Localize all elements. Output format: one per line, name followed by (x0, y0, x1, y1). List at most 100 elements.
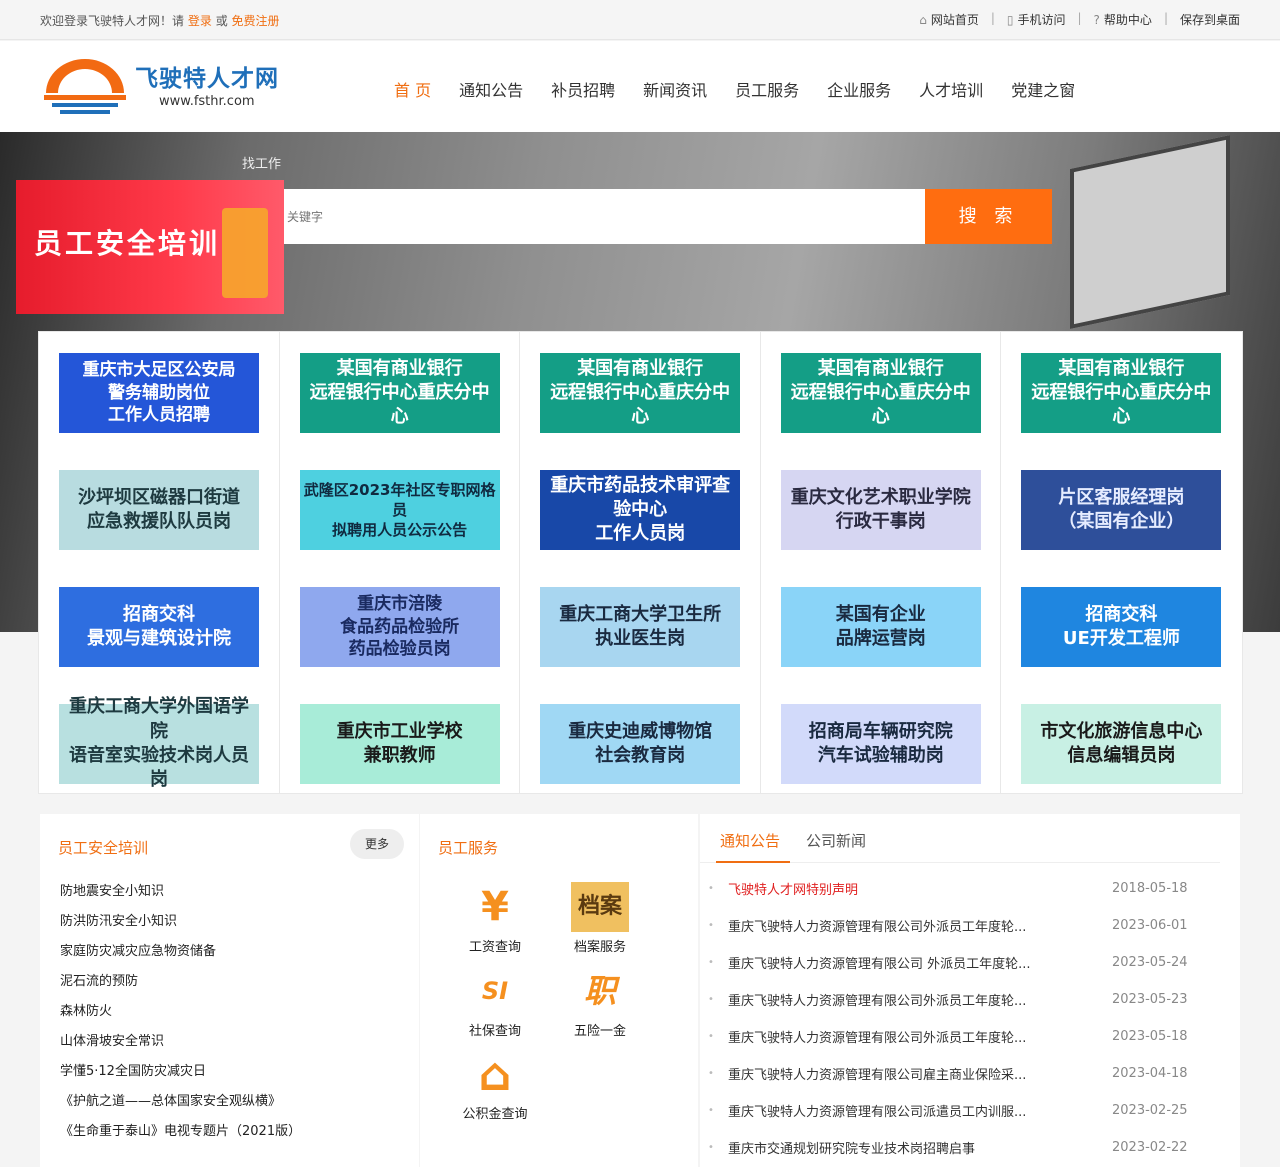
notice-item[interactable]: • 重庆飞驶特人力资源管理有限公司外派员工年度轮... 2023-06-01 (708, 907, 1198, 944)
job-card[interactable]: 重庆市涪陵 食品药品检验所 药品检验员岗 (299, 587, 500, 667)
training-item[interactable]: 防地震安全小知识 (60, 880, 301, 910)
tab-company-news[interactable]: 公司新闻 (806, 830, 866, 851)
training-item[interactable]: 森林防火 (60, 1000, 301, 1030)
search-input[interactable] (282, 189, 925, 244)
nav-party-building[interactable]: 党建之窗 (1011, 77, 1075, 101)
job-card[interactable]: 某国有商业银行 远程银行中心重庆分中心 (540, 353, 741, 433)
job-card[interactable]: 招商交科 景观与建筑设计院 (59, 587, 259, 667)
job-card-line: 某国有商业银行 (336, 357, 463, 379)
site-home-link[interactable]: ⌂ 网站首页 (919, 11, 979, 28)
save-desktop-link[interactable]: 保存到桌面 (1180, 11, 1240, 28)
training-item[interactable]: 家庭防灾减灾应急物资储备 (60, 940, 301, 970)
nav-enterprise-service[interactable]: 企业服务 (827, 77, 891, 101)
job-card[interactable]: 武隆区2023年社区专职网格员 拟聘用人员公示公告 (299, 470, 500, 550)
job-card[interactable]: 某国有商业银行 远程银行中心重庆分中心 (1021, 353, 1222, 433)
safety-training-promo[interactable]: 员工安全培训 (16, 180, 284, 314)
job-card-line: 远程银行中心重庆分中心 (309, 381, 490, 428)
notice-item[interactable]: • 重庆飞驶特人力资源管理有限公司派遣员工内训服... 2023-02-25 (708, 1092, 1198, 1129)
job-card-line: （某国有企业） (1058, 511, 1185, 532)
site-home-label: 网站首页 (930, 13, 979, 27)
notice-item[interactable]: • 重庆飞驶特人力资源管理有限公司外派员工年度轮... 2023-05-23 (708, 981, 1198, 1018)
job-card[interactable]: 沙坪坝区磁器口街道 应急救援队队员岗 (59, 470, 259, 550)
job-card[interactable]: 重庆市大足区公安局 警务辅助岗位 工作人员招聘 (59, 353, 259, 433)
tab-notices[interactable]: 通知公告 (720, 830, 780, 851)
login-link[interactable]: 登录 (188, 14, 212, 28)
home-icon: ⌂ (919, 12, 927, 27)
job-card[interactable]: 市文化旅游信息中心 信息编辑员岗 (1021, 704, 1222, 784)
save-desktop-label: 保存到桌面 (1179, 13, 1240, 27)
nav-training[interactable]: 人才培训 (919, 77, 983, 101)
notice-date: 2023-05-23 (1112, 992, 1188, 1007)
notice-item[interactable]: • 重庆飞驶特人力资源管理有限公司 外派员工年度轮... 2023-05-24 (708, 944, 1198, 981)
promo-illustration (222, 208, 268, 298)
card-column: 某国有商业银行 远程银行中心重庆分中心 片区客服经理岗 （某国有企业） 招商交科 UE开发… (1001, 332, 1242, 793)
card-column: 某国有商业银行 远程银行中心重庆分中心 重庆文化艺术职业学院 行政干事岗 某国有企业 品牌… (761, 332, 1002, 793)
job-card-line: 行政干事岗 (835, 511, 926, 532)
training-item[interactable]: 《护航之道——总体国家安全观纵横》 (60, 1090, 301, 1120)
yen-icon: ¥ (481, 884, 509, 930)
nav-recruitment[interactable]: 补员招聘 (551, 77, 615, 101)
salary-query-button[interactable]: ¥ 工资查询 (445, 882, 545, 955)
tab-divider (700, 861, 1220, 863)
job-card-line: 武隆区2023年社区专职网格员 (303, 480, 496, 519)
nav-news[interactable]: 新闻资讯 (643, 77, 707, 101)
insurance-icon: 职 (583, 972, 616, 1010)
welcome-text: 欢迎登录飞驶特人才网！请 登录 或 免费注册 (40, 12, 280, 29)
notice-item[interactable]: • 重庆市交通规划研究院专业技术岗招聘启事 2023-02-22 (708, 1129, 1198, 1166)
job-card-line: 市文化旅游信息中心 (1040, 720, 1203, 742)
job-card-line: 重庆工商大学卫生所 (559, 603, 722, 625)
job-card-line: 远程银行中心重庆分中心 (790, 381, 971, 428)
job-card[interactable]: 某国有商业银行 远程银行中心重庆分中心 (780, 353, 981, 433)
job-card-line: 工作人员岗 (595, 523, 686, 545)
job-card[interactable]: 重庆市工业学校 兼职教师 (299, 704, 500, 784)
job-card[interactable]: 招商交科 UE开发工程师 (1021, 587, 1222, 667)
bullet-icon: • (708, 1031, 714, 1042)
service-label: 五险一金 (573, 1024, 626, 1039)
training-item[interactable]: 泥石流的预防 (60, 970, 301, 1000)
register-link[interactable]: 免费注册 (232, 14, 280, 28)
site-logo[interactable]: 飞驶特人才网 www.fsthr.com (40, 51, 290, 121)
notice-item[interactable]: • 飞驶特人才网特别声明 2018-05-18 (708, 870, 1198, 907)
bullet-icon: • (708, 1068, 714, 1079)
search-button[interactable]: 搜 索 (925, 189, 1052, 244)
help-link[interactable]: ? 帮助中心 (1094, 11, 1152, 28)
nav-notices[interactable]: 通知公告 (459, 77, 523, 101)
job-card[interactable]: 重庆工商大学外国语学院 语音室实验技术岗人员岗 (59, 696, 259, 790)
job-card[interactable]: 重庆史迪威博物馆 社会教育岗 (540, 704, 741, 784)
mobile-label: 手机访问 (1017, 13, 1066, 27)
job-card[interactable]: 某国有企业 品牌运营岗 (780, 587, 981, 667)
training-item[interactable]: 防洪防汛安全小知识 (60, 910, 301, 940)
social-insurance-button[interactable]: SI 社保查询 (445, 966, 545, 1039)
more-button[interactable]: 更多 (350, 829, 404, 859)
mobile-link[interactable]: ▯ 手机访问 (1007, 11, 1066, 28)
card-column: 某国有商业银行 远程银行中心重庆分中心 武隆区2023年社区专职网格员 拟聘用人员公示… (280, 332, 521, 793)
training-item[interactable]: 学懂5·12全国防灾减灾日 (60, 1060, 301, 1090)
notice-title: 重庆飞驶特人力资源管理有限公司外派员工年度轮... (728, 1031, 1027, 1046)
job-card[interactable]: 重庆工商大学卫生所 执业医生岗 (540, 587, 741, 667)
job-card-line: 食品药品检验所 (340, 616, 460, 637)
safety-training-panel: 员工安全培训 更多 防地震安全小知识 防洪防汛安全小知识 家庭防灾减灾应急物资储备泥… (40, 814, 419, 1167)
card-column: 重庆市大足区公安局 警务辅助岗位 工作人员招聘 沙坪坝区磁器口街道 应急救援队队员岗 招商… (39, 332, 280, 793)
employee-service-panel: 员工服务 ¥ 工资查询 档案 档案服务 SI 社保查询 职 五险一金 ⌂ 公积金… (420, 814, 698, 1167)
nav-employee-service[interactable]: 员工服务 (735, 77, 799, 101)
notice-item[interactable]: • 重庆飞驶特人力资源管理有限公司雇主商业保险采... 2023-04-18 (708, 1055, 1198, 1092)
nav-home[interactable]: 首 页 (394, 77, 431, 101)
divider: | (990, 11, 995, 25)
active-tab-indicator (716, 861, 790, 863)
job-card-line: 社会教育岗 (595, 745, 686, 766)
job-card[interactable]: 招商局车辆研究院 汽车试验辅助岗 (780, 704, 981, 784)
notice-title: 重庆飞驶特人力资源管理有限公司外派员工年度轮... (728, 920, 1027, 935)
job-card[interactable]: 片区客服经理岗 （某国有企业） (1021, 470, 1222, 550)
training-item[interactable]: 《生命重于泰山》电视专题片（2021版） (60, 1120, 301, 1150)
job-card[interactable]: 重庆文化艺术职业学院 行政干事岗 (780, 470, 981, 550)
job-card-line: 语音室实验技术岗人员岗 (69, 745, 249, 791)
training-item[interactable]: 山体滑坡安全常识 (60, 1030, 301, 1060)
job-card[interactable]: 某国有商业银行 远程银行中心重庆分中心 (299, 353, 500, 433)
header: 飞驶特人才网 www.fsthr.com 首 页 通知公告 补员招聘 新闻资讯 … (0, 41, 1280, 132)
notice-item[interactable]: • 重庆飞驶特人力资源管理有限公司外派员工年度轮... 2023-05-18 (708, 1018, 1198, 1055)
job-card-line: 兼职教师 (363, 745, 436, 766)
insurance-fund-button[interactable]: 职 五险一金 (550, 966, 650, 1039)
job-card[interactable]: 重庆市药品技术审评查验中心 工作人员岗 (540, 470, 741, 550)
archive-service-button[interactable]: 档案 档案服务 (550, 882, 650, 955)
housing-fund-button[interactable]: ⌂ 公积金查询 (445, 1049, 545, 1122)
